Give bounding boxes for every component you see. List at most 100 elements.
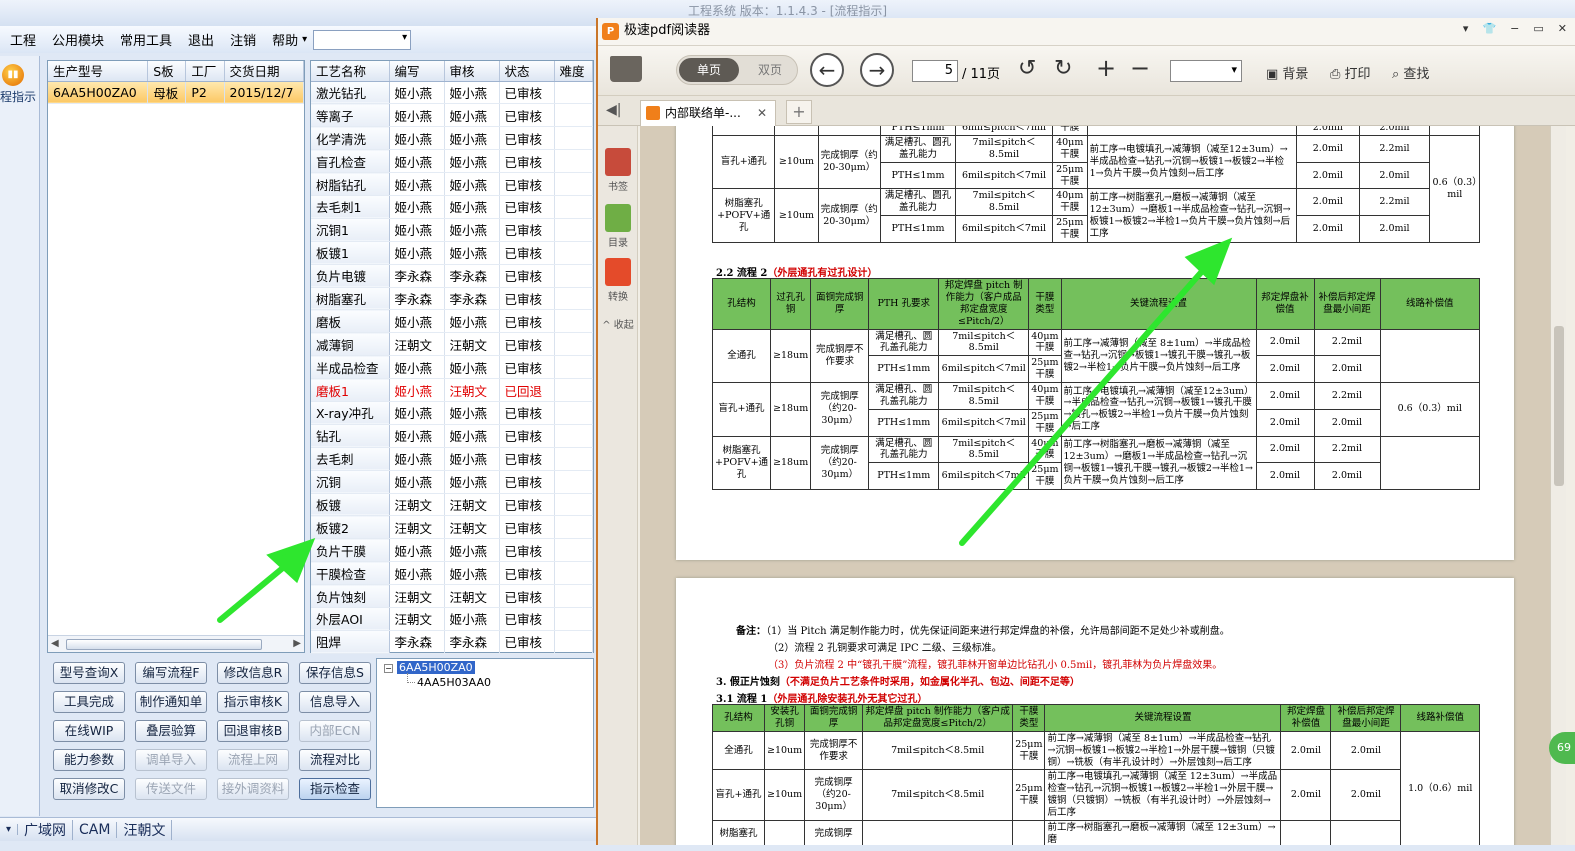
cell-author[interactable]: 姬小燕 xyxy=(389,195,445,219)
cell-status[interactable]: 已审核 xyxy=(499,218,555,242)
cell-reviewer[interactable]: 姬小燕 xyxy=(444,81,500,105)
open-folder-icon[interactable] xyxy=(610,56,642,82)
cell-status[interactable]: 已审核 xyxy=(499,401,555,425)
menu-item-logout[interactable]: 注销 xyxy=(222,30,264,49)
table-row[interactable]: 负片电镀 李永森 李永森 已审核 xyxy=(311,264,593,288)
table-row[interactable]: 干膜检查 姬小燕 姬小燕 已审核 xyxy=(311,561,593,586)
col-board[interactable]: S板 xyxy=(147,61,187,82)
table-row[interactable]: 去毛刺1 姬小燕 姬小燕 已审核 xyxy=(311,195,593,219)
zoom-select[interactable] xyxy=(1170,60,1242,82)
cell-process[interactable]: 负片干膜 xyxy=(311,538,390,563)
cell-difficulty[interactable] xyxy=(554,493,593,517)
minimize-icon[interactable]: − xyxy=(1510,22,1519,35)
cell-process[interactable]: 干膜检查 xyxy=(311,561,390,586)
cell-process[interactable]: 树脂塞孔 xyxy=(311,287,390,311)
cell-process[interactable]: 阻焊 xyxy=(311,630,390,654)
next-page-icon[interactable]: → xyxy=(860,53,894,87)
collapse-sidebar-icon[interactable]: ◀| xyxy=(606,102,630,122)
table-row[interactable]: 化学清洗 姬小燕 姬小燕 已审核 xyxy=(311,126,593,151)
cell-board[interactable]: 母板 xyxy=(147,81,187,105)
action-button-20[interactable]: 指示检查 xyxy=(299,778,371,800)
cell-status[interactable]: 已回退 xyxy=(499,378,555,402)
cell-difficulty[interactable] xyxy=(554,561,593,586)
cell-difficulty[interactable] xyxy=(554,264,593,288)
scroll-left-icon[interactable]: ◀ xyxy=(51,638,59,649)
cell-model[interactable]: 6AA5H00ZA0 xyxy=(48,81,149,105)
action-button-11[interactable]: 回退审核B xyxy=(217,720,289,742)
table-row[interactable]: 负片蚀刻 汪朝文 汪朝文 已审核 xyxy=(311,584,593,608)
cell-status[interactable]: 已审核 xyxy=(499,309,555,334)
cell-reviewer[interactable]: 姬小燕 xyxy=(444,218,500,242)
close-icon[interactable]: ✕ xyxy=(1558,22,1567,35)
col-model[interactable]: 生产型号 xyxy=(48,61,149,82)
cell-process[interactable]: 负片蚀刻 xyxy=(311,584,390,608)
cell-author[interactable]: 姬小燕 xyxy=(389,378,445,402)
scroll-right-icon[interactable]: ▶ xyxy=(293,638,301,649)
cell-process[interactable]: 盲孔检查 xyxy=(311,149,390,174)
cell-status[interactable]: 已审核 xyxy=(499,607,555,631)
cell-difficulty[interactable] xyxy=(554,470,593,494)
table-row[interactable]: 板镀1 姬小燕 姬小燕 已审核 xyxy=(311,241,593,265)
cell-reviewer[interactable]: 姬小燕 xyxy=(444,355,500,380)
action-button-10[interactable]: 叠层验算 xyxy=(135,720,207,742)
cell-status[interactable]: 已审核 xyxy=(499,126,555,151)
col-difficulty[interactable]: 难度 xyxy=(554,61,593,82)
cell-process[interactable]: 激光钻孔 xyxy=(311,81,390,105)
process-guide-icon[interactable]: ▮▮ xyxy=(2,64,24,86)
rotate-right-icon[interactable]: ↻ xyxy=(1054,56,1072,81)
cell-author[interactable]: 姬小燕 xyxy=(389,241,445,265)
cell-difficulty[interactable] xyxy=(554,287,593,311)
table-row[interactable]: 盲孔检查 姬小燕 姬小燕 已审核 xyxy=(311,149,593,174)
cell-author[interactable]: 汪朝文 xyxy=(389,607,445,631)
cell-difficulty[interactable] xyxy=(554,355,593,380)
cell-reviewer[interactable]: 姬小燕 xyxy=(444,447,500,471)
tree-collapse-icon[interactable]: − xyxy=(384,664,393,673)
cell-author[interactable]: 姬小燕 xyxy=(389,470,445,494)
bookmark-label[interactable]: 书签 xyxy=(598,178,638,193)
cell-difficulty[interactable] xyxy=(554,332,593,357)
table-row[interactable]: 板镀2 汪朝文 汪朝文 已审核 xyxy=(311,515,593,540)
cell-process[interactable]: 化学清洗 xyxy=(311,126,390,151)
cell-difficulty[interactable] xyxy=(554,401,593,425)
cell-difficulty[interactable] xyxy=(554,81,593,105)
cell-status[interactable]: 已审核 xyxy=(499,493,555,517)
add-tab-button[interactable]: + xyxy=(786,100,812,124)
table-row[interactable]: 钻孔 姬小燕 姬小燕 已审核 xyxy=(311,424,593,448)
cell-difficulty[interactable] xyxy=(554,218,593,242)
table-row[interactable]: X-ray冲孔 姬小燕 姬小燕 已审核 xyxy=(311,401,593,425)
action-button-6[interactable]: 制作通知单 xyxy=(135,691,207,713)
cell-status[interactable]: 已审核 xyxy=(499,630,555,654)
cell-status[interactable]: 已审核 xyxy=(499,264,555,288)
cell-process[interactable]: 磨板1 xyxy=(311,378,390,402)
cell-reviewer[interactable]: 姬小燕 xyxy=(444,538,500,563)
cell-reviewer[interactable]: 汪朝文 xyxy=(444,378,500,402)
cell-process[interactable]: 去毛刺 xyxy=(311,447,390,471)
cell-difficulty[interactable] xyxy=(554,195,593,219)
cell-author[interactable]: 姬小燕 xyxy=(389,81,445,105)
menu-combo[interactable] xyxy=(313,29,412,50)
action-button-2[interactable]: 编写流程F xyxy=(135,662,207,684)
cell-author[interactable]: 姬小燕 xyxy=(389,218,445,242)
float-badge[interactable]: 69 xyxy=(1549,732,1575,764)
cell-reviewer[interactable]: 姬小燕 xyxy=(444,561,500,586)
cell-author[interactable]: 汪朝文 xyxy=(389,515,445,540)
cell-status[interactable]: 已审核 xyxy=(499,149,555,174)
cell-process[interactable]: 树脂钻孔 xyxy=(311,172,390,196)
action-button-14[interactable]: 调单导入 xyxy=(135,749,207,771)
cell-process[interactable]: 去毛刺1 xyxy=(311,195,390,219)
menu-item-exit[interactable]: 退出 xyxy=(180,30,222,49)
action-button-8[interactable]: 信息导入 xyxy=(299,691,371,713)
cell-status[interactable]: 已审核 xyxy=(499,470,555,494)
cell-status[interactable]: 已审核 xyxy=(499,538,555,563)
cell-author[interactable]: 姬小燕 xyxy=(389,355,445,380)
table-row[interactable]: 外层AOI 汪朝文 姬小燕 已审核 xyxy=(311,607,593,631)
table-row[interactable]: 板镀 汪朝文 汪朝文 已审核 xyxy=(311,493,593,517)
cell-status[interactable]: 已审核 xyxy=(499,287,555,311)
cell-process[interactable]: X-ray冲孔 xyxy=(311,401,390,425)
cell-process[interactable]: 减薄铜 xyxy=(311,332,390,357)
cell-reviewer[interactable]: 李永森 xyxy=(444,264,500,288)
cell-reviewer[interactable]: 姬小燕 xyxy=(444,241,500,265)
cell-process[interactable]: 沉铜1 xyxy=(311,218,390,242)
cell-difficulty[interactable] xyxy=(554,584,593,608)
table-row[interactable]: 去毛刺 姬小燕 姬小燕 已审核 xyxy=(311,447,593,471)
